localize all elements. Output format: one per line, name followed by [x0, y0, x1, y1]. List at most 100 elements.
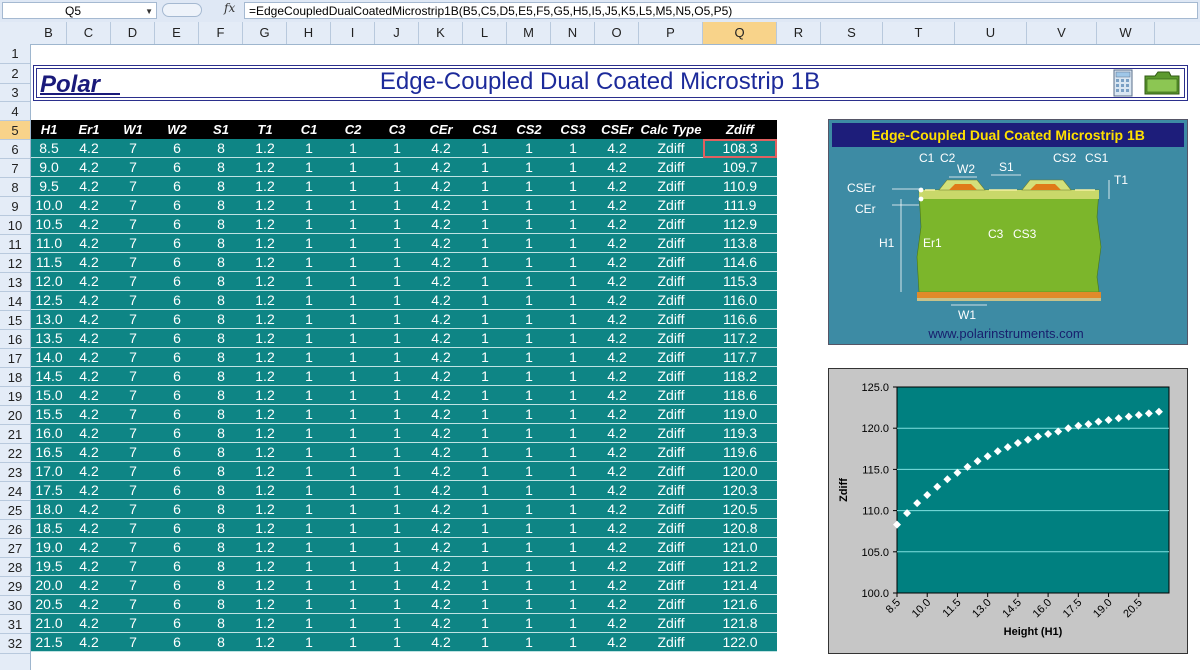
table-cell[interactable]: 4.2	[419, 575, 463, 595]
table-cell[interactable]: 1	[331, 632, 375, 652]
table-cell[interactable]: 1	[375, 176, 419, 196]
table-cell[interactable]: 121.6	[703, 594, 777, 614]
table-cell[interactable]: 4.2	[67, 518, 111, 538]
table-cell[interactable]: 1	[551, 176, 595, 196]
table-cell[interactable]: 1.2	[243, 139, 287, 158]
table-cell[interactable]: 4.2	[595, 556, 639, 576]
table-cell[interactable]: 1	[551, 613, 595, 633]
table-cell[interactable]: 114.6	[703, 252, 777, 272]
row-header-4[interactable]: 4	[0, 102, 30, 121]
row-header-2[interactable]: 2	[0, 64, 30, 84]
table-cell[interactable]: 1	[331, 309, 375, 329]
table-cell[interactable]: 1	[463, 252, 507, 272]
table-cell[interactable]: 4.2	[67, 480, 111, 500]
table-cell[interactable]: 1	[331, 518, 375, 538]
table-cell[interactable]: 4.2	[67, 366, 111, 386]
table-cell[interactable]: 1	[375, 195, 419, 215]
table-cell[interactable]: Zdiff	[639, 613, 703, 633]
table-cell[interactable]: 4.2	[419, 347, 463, 367]
table-cell[interactable]: Zdiff	[639, 556, 703, 576]
table-cell[interactable]: 1	[463, 575, 507, 595]
header-cer[interactable]: CEr	[419, 120, 463, 139]
table-cell[interactable]: 115.3	[703, 271, 777, 291]
table-cell[interactable]: 1	[463, 594, 507, 614]
table-cell[interactable]: Zdiff	[639, 385, 703, 405]
table-cell[interactable]: 8	[199, 518, 243, 538]
table-cell[interactable]: 1.2	[243, 252, 287, 272]
row-header-14[interactable]: 14	[0, 292, 30, 311]
table-cell[interactable]: 1	[463, 233, 507, 253]
table-cell[interactable]: 4.2	[67, 575, 111, 595]
table-cell[interactable]: 4.2	[67, 347, 111, 367]
table-cell[interactable]: 1	[551, 233, 595, 253]
table-cell[interactable]: 8	[199, 328, 243, 348]
table-cell[interactable]: 110.9	[703, 176, 777, 196]
table-cell[interactable]: 1.2	[243, 328, 287, 348]
table-cell[interactable]: 7	[111, 139, 155, 158]
table-cell[interactable]: 8	[199, 347, 243, 367]
column-header-g[interactable]: G	[243, 22, 287, 44]
table-cell[interactable]: 1	[551, 537, 595, 557]
table-cell[interactable]: 120.3	[703, 480, 777, 500]
table-cell[interactable]: 1	[463, 613, 507, 633]
table-cell[interactable]: 4.2	[419, 233, 463, 253]
table-cell[interactable]: 6	[155, 214, 199, 234]
column-header-f[interactable]: F	[199, 22, 243, 44]
table-cell[interactable]: 1	[331, 480, 375, 500]
table-cell[interactable]: 1	[331, 442, 375, 462]
table-cell[interactable]: 4.2	[67, 176, 111, 196]
table-cell[interactable]: 8	[199, 613, 243, 633]
column-header-j[interactable]: J	[375, 22, 419, 44]
table-cell[interactable]: 18.0	[31, 499, 67, 519]
table-cell[interactable]: 6	[155, 518, 199, 538]
table-cell[interactable]: 4.2	[595, 347, 639, 367]
row-header-31[interactable]: 31	[0, 615, 30, 634]
table-cell[interactable]: 122.0	[703, 632, 777, 652]
table-cell[interactable]: 4.2	[67, 271, 111, 291]
table-cell[interactable]: 8	[199, 385, 243, 405]
table-cell[interactable]: 4.2	[595, 385, 639, 405]
table-cell[interactable]: 7	[111, 556, 155, 576]
table-cell[interactable]: 1	[463, 518, 507, 538]
table-cell[interactable]: 1	[331, 328, 375, 348]
table-cell[interactable]: 19.5	[31, 556, 67, 576]
column-header-o[interactable]: O	[595, 22, 639, 44]
table-cell[interactable]: 15.0	[31, 385, 67, 405]
column-header-u[interactable]: U	[955, 22, 1027, 44]
table-cell[interactable]: 119.6	[703, 442, 777, 462]
column-header-b[interactable]: B	[31, 22, 67, 44]
table-cell[interactable]: Zdiff	[639, 214, 703, 234]
table-cell[interactable]: 1	[551, 271, 595, 291]
table-cell[interactable]: 4.2	[419, 309, 463, 329]
table-cell[interactable]: 118.6	[703, 385, 777, 405]
table-cell[interactable]: 4.2	[419, 461, 463, 481]
table-cell[interactable]: 4.2	[67, 214, 111, 234]
table-cell[interactable]: 1	[507, 480, 551, 500]
row-header-32[interactable]: 32	[0, 634, 30, 654]
table-cell[interactable]: 1	[331, 366, 375, 386]
row-header-20[interactable]: 20	[0, 406, 30, 425]
table-cell[interactable]: 1	[331, 176, 375, 196]
table-cell[interactable]: 7	[111, 347, 155, 367]
table-cell[interactable]: 8	[199, 575, 243, 595]
table-cell[interactable]: 1	[507, 347, 551, 367]
table-cell[interactable]: 1	[507, 271, 551, 291]
table-cell[interactable]: 1	[331, 252, 375, 272]
table-cell[interactable]: 1	[375, 385, 419, 405]
header-w1[interactable]: W1	[111, 120, 155, 139]
table-cell[interactable]: 4.2	[595, 290, 639, 310]
table-cell[interactable]: 1	[375, 632, 419, 652]
table-cell[interactable]: 1.2	[243, 176, 287, 196]
table-cell[interactable]: 1	[463, 404, 507, 424]
table-cell[interactable]: 16.5	[31, 442, 67, 462]
table-cell[interactable]: 7	[111, 613, 155, 633]
table-cell[interactable]: 7	[111, 518, 155, 538]
table-cell[interactable]: 1	[331, 404, 375, 424]
table-cell[interactable]: 1	[375, 556, 419, 576]
table-cell[interactable]: 1.2	[243, 233, 287, 253]
table-cell[interactable]: 9.0	[31, 157, 67, 177]
table-cell[interactable]: 4.2	[419, 423, 463, 443]
table-cell[interactable]: 6	[155, 290, 199, 310]
header-c2[interactable]: C2	[331, 120, 375, 139]
table-cell[interactable]: 1	[287, 442, 331, 462]
